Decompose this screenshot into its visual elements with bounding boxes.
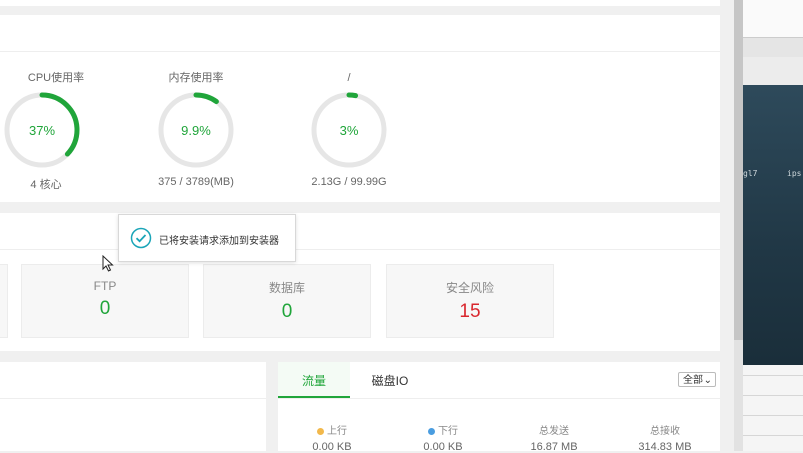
upload-dot-icon — [317, 427, 324, 435]
ftp-tile-value[interactable]: 0 — [22, 298, 188, 320]
background-window-top — [743, 0, 803, 37]
total-received-value: 314.83 MB — [638, 441, 692, 453]
upload-stat: 上行 0.00 KB — [287, 422, 377, 453]
database-tile-label: 数据库 — [268, 281, 305, 295]
check-circle-icon — [130, 227, 152, 249]
toast-notification: 已将安装请求添加到安装器 — [118, 214, 296, 262]
cpu-gauge-title: CPU使用率 — [27, 72, 85, 84]
disk-gauge[interactable]: / 3% 2.13G / 99.99G — [304, 70, 394, 188]
traffic-tabbar: 流量 磁盘IO 全部 ⌄ — [278, 362, 720, 399]
total-sent-label: 总发送 — [539, 426, 569, 437]
disk-gauge-value: 3% — [340, 123, 359, 138]
upload-stat-value: 0.00 KB — [312, 441, 352, 453]
memory-gauge[interactable]: 内存使用率 9.9% 375 / 3789(MB) — [151, 70, 241, 188]
status-card: CPU使用率 37% 4 核心 内存使用率 9.9% 375 / 3789(MB… — [0, 15, 720, 202]
security-risk-tile-label: 安全风险 — [445, 281, 494, 295]
overview-card: FTP 0 数据库 0 安全风险 15 — [0, 213, 720, 351]
ftp-tile-label: FTP — [93, 279, 117, 293]
terminal-text: ips — [787, 169, 802, 178]
download-stat: 下行 0.00 KB — [398, 422, 488, 453]
total-sent-value: 16.87 MB — [530, 441, 578, 453]
disk-gauge-sub: 2.13G / 99.99G — [311, 176, 387, 188]
traffic-card: 流量 磁盘IO 全部 ⌄ 上行 0.00 KB 下行 0.00 KB 总发送 1… — [278, 362, 720, 453]
terminal-text: gl7 — [743, 169, 758, 178]
database-tile[interactable]: 数据库 0 — [203, 264, 371, 338]
background-window-toolbar — [743, 37, 803, 58]
top-card — [0, 0, 720, 6]
total-received-label: 总接收 — [650, 426, 680, 437]
total-received-stat: 总接收 314.83 MB — [620, 422, 710, 453]
cpu-gauge-value: 37% — [29, 123, 55, 138]
ftp-tile[interactable]: FTP 0 — [21, 264, 189, 338]
cpu-gauge-ring: 37% — [4, 92, 80, 168]
page-scrollbar-thumb[interactable] — [734, 0, 743, 340]
upload-stat-label-row: 上行 — [287, 422, 377, 437]
tab-traffic[interactable]: 流量 — [278, 362, 350, 398]
memory-gauge-title: 内存使用率 — [168, 72, 224, 84]
download-stat-value: 0.00 KB — [423, 441, 463, 453]
download-stat-label-row: 下行 — [398, 422, 488, 437]
mouse-cursor-icon — [102, 255, 114, 272]
memory-gauge-value: 9.9% — [181, 123, 211, 138]
overview-card-header — [0, 213, 720, 250]
divider — [743, 375, 803, 376]
range-select-value: 全部 — [683, 375, 703, 386]
background-window-bar — [743, 57, 803, 85]
terminal-window: gl7 ips — [743, 85, 803, 365]
software-card — [0, 362, 266, 451]
status-card-header — [0, 15, 720, 52]
download-stat-label: 下行 — [438, 426, 458, 437]
total-sent-stat: 总发送 16.87 MB — [509, 422, 599, 453]
cpu-gauge-sub: 4 核心 — [30, 179, 62, 191]
toast-message: 已将安装请求添加到安装器 — [159, 236, 279, 247]
security-risk-tile[interactable]: 安全风险 15 — [386, 264, 554, 338]
background-window-bottom — [743, 365, 803, 451]
tab-disk-io[interactable]: 磁盘IO — [350, 362, 430, 398]
security-risk-tile-value[interactable]: 15 — [387, 301, 553, 323]
memory-gauge-ring: 9.9% — [158, 92, 234, 168]
software-card-header — [0, 362, 266, 399]
site-tile-partial[interactable] — [0, 264, 8, 338]
range-select[interactable]: 全部 ⌄ — [678, 372, 716, 387]
upload-stat-label: 上行 — [327, 426, 347, 437]
chevron-down-icon: ⌄ — [703, 375, 712, 386]
disk-gauge-ring: 3% — [311, 92, 387, 168]
memory-gauge-sub: 375 / 3789(MB) — [158, 176, 234, 188]
disk-gauge-title: / — [347, 72, 351, 84]
divider — [743, 435, 803, 436]
database-tile-value[interactable]: 0 — [204, 301, 370, 323]
download-dot-icon — [428, 427, 435, 435]
divider — [743, 395, 803, 396]
divider — [743, 415, 803, 416]
cpu-gauge[interactable]: CPU使用率 37% 4 核心 — [0, 70, 90, 192]
